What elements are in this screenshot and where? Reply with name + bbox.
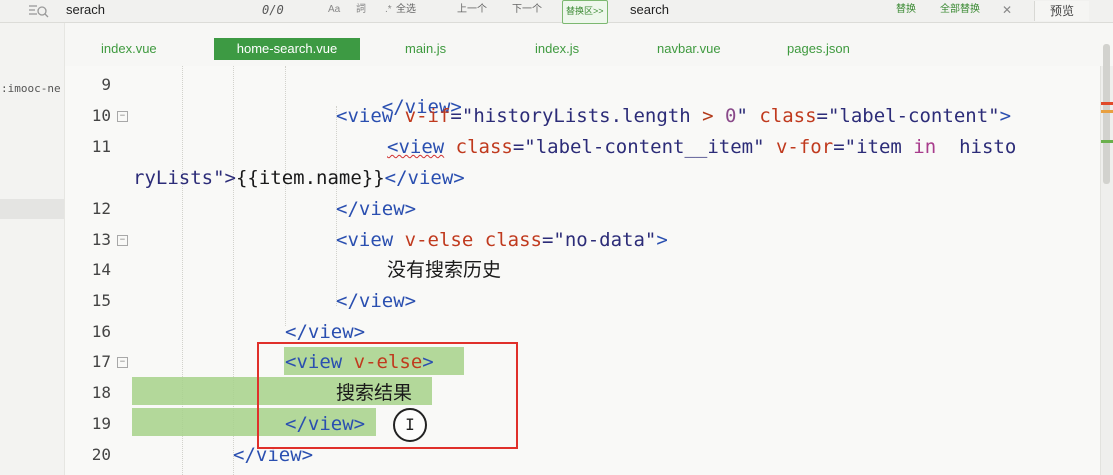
code-line: <view v-else class="no-data"> (336, 229, 668, 251)
line-number: 19 (91, 414, 111, 433)
code-token: 0 (725, 105, 737, 127)
tab-home-search-vue[interactable]: home-search.vue (214, 38, 360, 60)
find-replace-bar: serach 0/0 Aa 詞 .* 全选 上一个 下一个 替换区>> sear… (0, 0, 1113, 24)
code-token: in (913, 136, 937, 158)
fold-toggle-icon[interactable]: − (117, 111, 128, 122)
select-all-button[interactable]: 全选 (396, 0, 416, 22)
line-number: 10 (91, 106, 111, 125)
line-number: 17 (91, 352, 111, 371)
preview-button[interactable]: 预览 (1034, 1, 1089, 21)
code-token: > (999, 105, 1012, 127)
scroll-marker (1101, 110, 1113, 113)
code-token: <view (336, 229, 394, 251)
code-line: </view> (285, 321, 365, 343)
code-line: <view v-if="historyLists.length > 0" cla… (336, 105, 1011, 127)
code-token: class (484, 229, 542, 251)
annotation-highlight-box (257, 342, 518, 449)
code-line: </view> (336, 290, 416, 312)
line-number: 20 (91, 445, 111, 464)
code-token: historyLists (473, 105, 611, 127)
code-token: class (759, 105, 817, 127)
code-token: {{item.name}} (235, 167, 385, 189)
line-number: 15 (91, 291, 111, 310)
code-token: </view> (336, 198, 417, 220)
regex-icon[interactable]: .* (385, 0, 392, 22)
code-token: ="label-content__item" (512, 136, 765, 158)
code-token: </view> (384, 167, 465, 189)
code-line: </view> (336, 198, 416, 220)
code-token: ="label-content" (816, 105, 1000, 127)
fold-toggle-icon[interactable]: − (117, 357, 128, 368)
code-line-wrap: ryLists">{{item.name}}</view> (133, 167, 465, 189)
replace-zone-toggle[interactable]: 替换区>> (562, 0, 608, 24)
code-token: </view> (336, 290, 417, 312)
tab-pages-json[interactable]: pages.json (787, 38, 850, 60)
code-token: ="item (833, 136, 902, 158)
scroll-marker (1101, 140, 1113, 143)
text-cursor-icon: I (393, 408, 427, 442)
code-token: </view> (285, 321, 366, 343)
code-line: 没有搜索历史 (387, 259, 501, 281)
search-input[interactable]: serach (66, 0, 105, 22)
fold-toggle-icon[interactable]: − (117, 235, 128, 246)
line-number: 14 (91, 260, 111, 279)
code-line: <view class="label-content__item" v-for=… (387, 136, 1016, 158)
code-token: ryLists"> (133, 167, 236, 189)
code-token: " (736, 105, 760, 127)
project-tree-selection[interactable] (0, 199, 64, 219)
tab-main-js[interactable]: main.js (405, 38, 446, 60)
project-tree-item[interactable]: :imooc-ne (1, 82, 61, 95)
replace-button[interactable]: 替换 (896, 0, 916, 22)
tab-navbar-vue[interactable]: navbar.vue (657, 38, 721, 60)
code-editor[interactable]: 9 10 11 12 13 14 15 16 17 18 19 20 − − −… (65, 66, 1113, 475)
line-number: 11 (91, 137, 111, 156)
scrollbar-thumb[interactable] (1103, 44, 1110, 184)
match-count: 0/0 (262, 3, 284, 17)
code-token: > (656, 229, 668, 251)
code-token: .length (610, 105, 691, 127)
code-token: histo (959, 136, 1017, 158)
next-match-button[interactable]: 下一个 (512, 0, 542, 22)
editor-tab-bar: index.vue home-search.vue main.js index.… (65, 23, 1113, 61)
code-token: v-if (404, 105, 451, 127)
line-number: 9 (101, 75, 111, 94)
code-token: > (690, 105, 725, 127)
line-number: 13 (91, 230, 111, 249)
code-token: v-else (404, 229, 474, 251)
code-token: <view (387, 136, 445, 158)
line-number: 18 (91, 383, 111, 402)
code-token: v-for (775, 136, 834, 158)
code-token: =" (450, 105, 474, 127)
scroll-marker (1101, 102, 1113, 105)
line-number: 12 (91, 199, 111, 218)
match-case-icon[interactable]: Aa (328, 0, 340, 22)
line-number: 16 (91, 322, 111, 341)
code-token: class (455, 136, 513, 158)
tab-index-js[interactable]: index.js (535, 38, 579, 60)
whole-word-icon[interactable]: 詞 (356, 0, 366, 22)
previous-match-button[interactable]: 上一个 (457, 0, 487, 22)
code-token: <view (336, 105, 394, 127)
replace-all-button[interactable]: 全部替换 (940, 0, 980, 22)
search-icon[interactable] (28, 3, 50, 19)
project-panel: :imooc-ne (0, 23, 65, 475)
code-token: ="no-data" (541, 229, 657, 251)
close-icon[interactable]: ✕ (1002, 0, 1012, 22)
code-token: 没有搜索历史 (387, 259, 502, 281)
tab-index-vue[interactable]: index.vue (101, 38, 157, 60)
replace-input[interactable]: search (630, 0, 669, 22)
indent-guide (285, 66, 286, 326)
